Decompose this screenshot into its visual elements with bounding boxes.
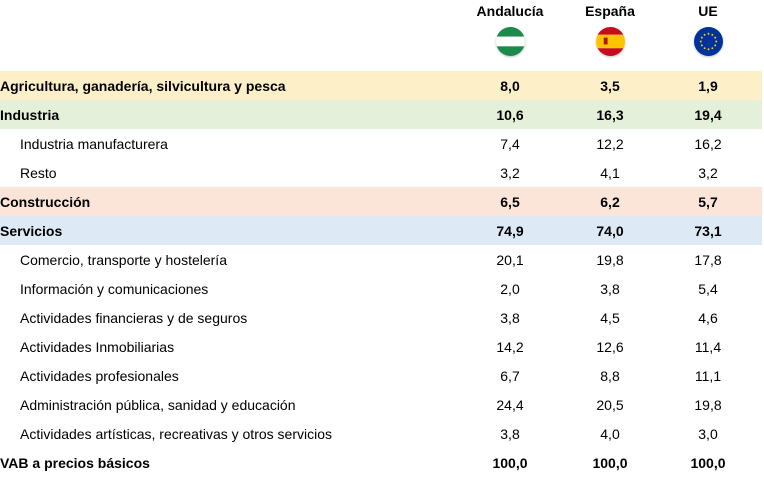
table-row-total: VAB a precios básicos 100,0 100,0 100,0 bbox=[0, 448, 762, 477]
row-label: Administración pública, sanidad y educac… bbox=[20, 396, 296, 413]
eu-flag-icon bbox=[693, 27, 723, 56]
row-label: Actividades artísticas, recreativas y ot… bbox=[20, 425, 332, 442]
value-andalucia: 6,5 bbox=[465, 187, 555, 216]
row-label: Industria manufacturera bbox=[20, 135, 168, 152]
row-label: Construcción bbox=[0, 187, 465, 216]
value-ue: 11,1 bbox=[694, 367, 722, 384]
value-espana: 12,6 bbox=[596, 338, 624, 355]
row-label: Información y comunicaciones bbox=[20, 280, 209, 297]
row-label: Actividades profesionales bbox=[20, 367, 179, 384]
table-row: Industria manufacturera 7,4 12,2 16,2 bbox=[0, 129, 762, 158]
table-row: Industria 10,6 16,3 19,4 bbox=[0, 100, 762, 129]
value-andalucia: 74,9 bbox=[465, 216, 555, 245]
value-espana: 4,5 bbox=[600, 309, 620, 326]
value-espana: 3,8 bbox=[600, 280, 620, 297]
table-row: Servicios 74,9 74,0 73,1 bbox=[0, 216, 762, 245]
table-row: Resto 3,2 4,1 3,2 bbox=[0, 158, 762, 187]
row-label: Resto bbox=[20, 164, 57, 181]
table-row: Actividades profesionales 6,7 8,8 11,1 bbox=[0, 361, 762, 390]
value-ue: 19,8 bbox=[694, 396, 722, 413]
value-andalucia: 3,2 bbox=[500, 164, 520, 181]
row-label: Actividades Inmobiliarias bbox=[20, 338, 175, 355]
value-ue: 19,4 bbox=[663, 100, 753, 129]
value-ue: 11,4 bbox=[694, 338, 722, 355]
value-ue: 4,6 bbox=[698, 309, 718, 326]
value-espana: 12,2 bbox=[596, 135, 624, 152]
value-espana: 19,8 bbox=[596, 251, 624, 268]
column-header-espana: España bbox=[565, 3, 655, 56]
table-row: Agricultura, ganadería, silvicultura y p… bbox=[0, 71, 762, 100]
value-andalucia: 20,1 bbox=[496, 251, 524, 268]
row-label: Industria bbox=[0, 100, 465, 129]
value-espana: 4,0 bbox=[600, 425, 620, 442]
value-espana: 6,2 bbox=[565, 187, 655, 216]
row-label: Comercio, transporte y hostelería bbox=[20, 251, 227, 268]
row-label: VAB a precios básicos bbox=[0, 454, 150, 471]
column-header-ue: UE bbox=[663, 3, 753, 56]
value-ue: 73,1 bbox=[663, 216, 753, 245]
column-label-espana: España bbox=[585, 3, 635, 19]
spain-flag-icon bbox=[595, 27, 625, 56]
value-espana: 3,5 bbox=[565, 71, 655, 100]
row-label: Servicios bbox=[0, 216, 465, 245]
vab-structure-table: Agricultura, ganadería, silvicultura y p… bbox=[0, 71, 762, 477]
table-header: Andalucía España UE bbox=[0, 0, 764, 70]
value-ue: 17,8 bbox=[694, 251, 722, 268]
table-row: Actividades artísticas, recreativas y ot… bbox=[0, 419, 762, 448]
column-header-andalucia: Andalucía bbox=[465, 3, 555, 56]
value-espana: 16,3 bbox=[565, 100, 655, 129]
table-row: Comercio, transporte y hostelería 20,1 1… bbox=[0, 245, 762, 274]
row-label: Actividades financieras y de seguros bbox=[20, 309, 248, 326]
value-ue: 1,9 bbox=[663, 71, 753, 100]
value-ue: 16,2 bbox=[694, 135, 722, 152]
row-label: Agricultura, ganadería, silvicultura y p… bbox=[0, 71, 465, 100]
column-label-ue: UE bbox=[698, 3, 718, 19]
value-andalucia: 6,7 bbox=[500, 367, 520, 384]
value-espana: 4,1 bbox=[600, 164, 620, 181]
value-andalucia: 14,2 bbox=[496, 338, 524, 355]
value-ue: 3,0 bbox=[698, 425, 718, 442]
value-andalucia: 7,4 bbox=[500, 135, 520, 152]
value-espana: 100,0 bbox=[592, 454, 628, 471]
value-espana: 20,5 bbox=[596, 396, 624, 413]
value-andalucia: 3,8 bbox=[500, 425, 520, 442]
column-label-andalucia: Andalucía bbox=[476, 3, 544, 19]
value-andalucia: 10,6 bbox=[465, 100, 555, 129]
value-ue: 5,7 bbox=[663, 187, 753, 216]
value-ue: 5,4 bbox=[698, 280, 718, 297]
value-ue: 100,0 bbox=[690, 454, 726, 471]
value-espana: 8,8 bbox=[600, 367, 620, 384]
table-row: Actividades Inmobiliarias 14,2 12,6 11,4 bbox=[0, 332, 762, 361]
value-andalucia: 8,0 bbox=[465, 71, 555, 100]
table-row: Información y comunicaciones 2,0 3,8 5,4 bbox=[0, 274, 762, 303]
table-row: Construcción 6,5 6,2 5,7 bbox=[0, 187, 762, 216]
value-andalucia: 2,0 bbox=[500, 280, 520, 297]
value-ue: 3,2 bbox=[698, 164, 718, 181]
andalucia-flag-icon bbox=[495, 27, 525, 56]
value-andalucia: 24,4 bbox=[496, 396, 524, 413]
value-espana: 74,0 bbox=[565, 216, 655, 245]
value-andalucia: 3,8 bbox=[500, 309, 520, 326]
value-andalucia: 100,0 bbox=[492, 454, 528, 471]
table-row: Actividades financieras y de seguros 3,8… bbox=[0, 303, 762, 332]
table-row: Administración pública, sanidad y educac… bbox=[0, 390, 762, 419]
